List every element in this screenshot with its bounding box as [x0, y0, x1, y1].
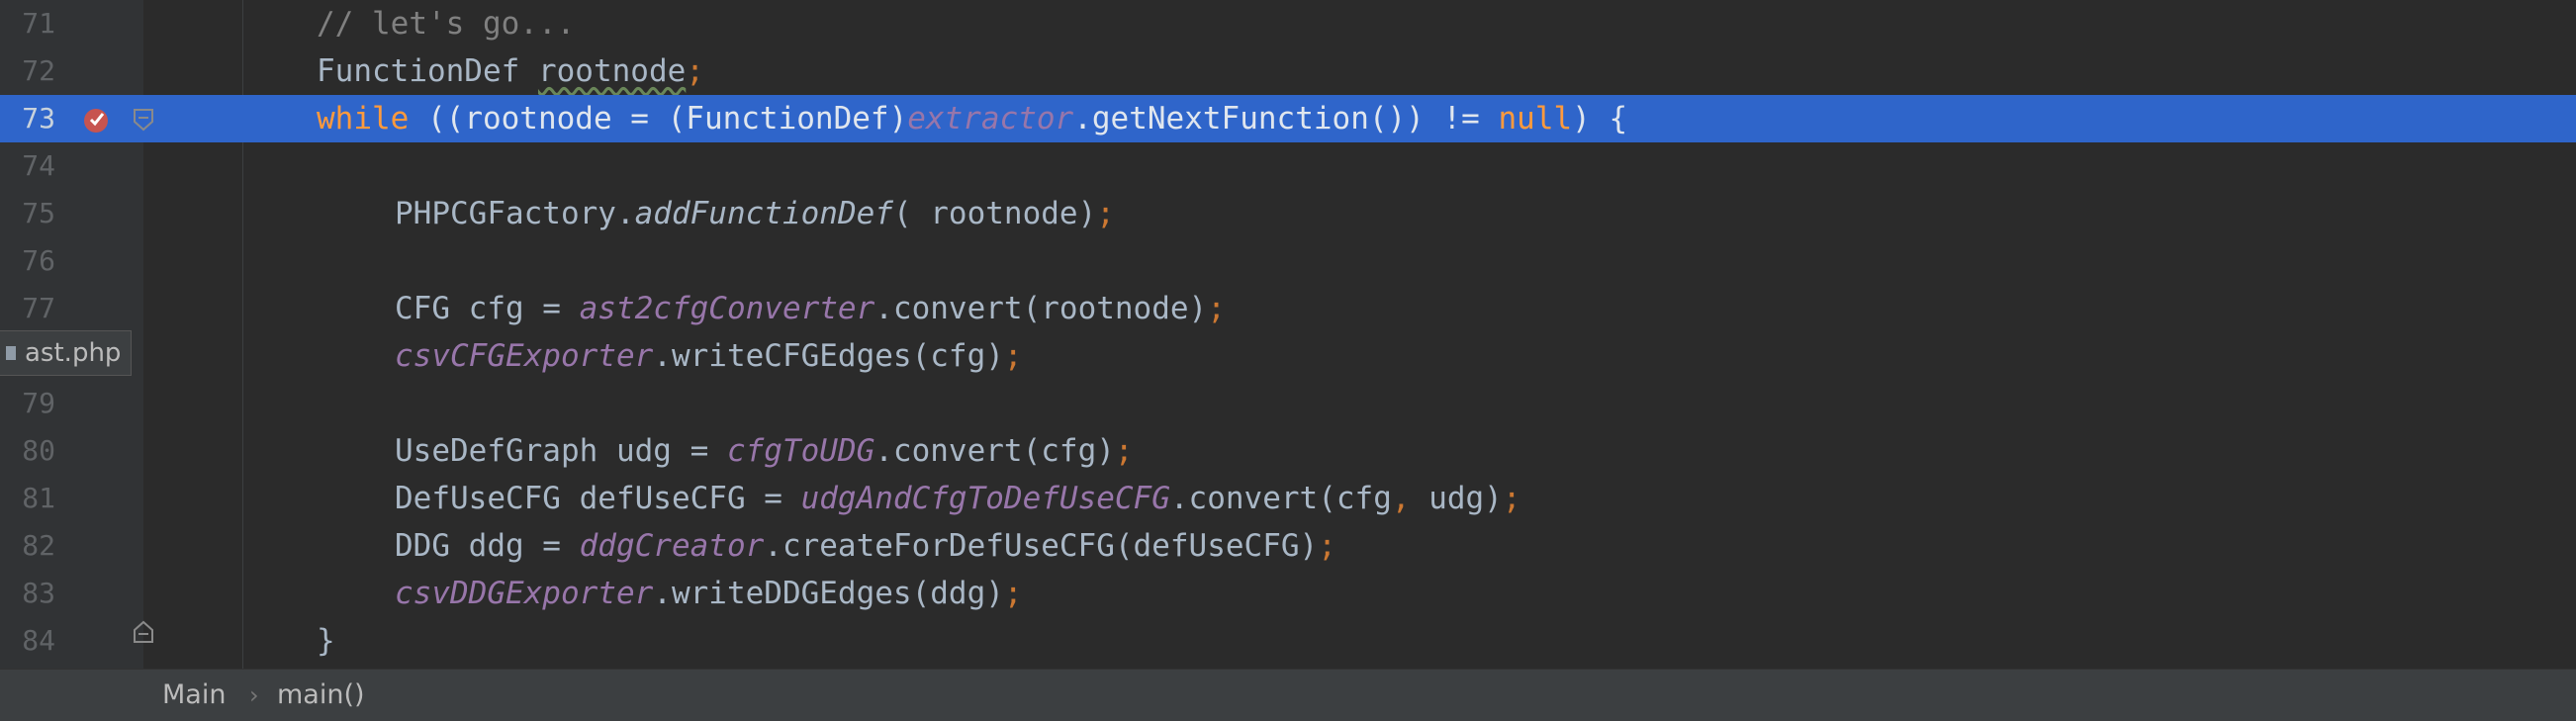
fold-close-icon[interactable] [133, 620, 154, 644]
code-token: ; [1318, 528, 1336, 564]
code-text[interactable]: UseDefGraph udg = cfgToUDG.convert(cfg); [395, 427, 1134, 475]
line-number[interactable]: 83 [0, 570, 55, 617]
line-number[interactable]: 72 [0, 47, 55, 95]
code-token: ; [686, 53, 704, 89]
code-text[interactable]: csvDDGExporter.writeDDGEdges(ddg); [395, 570, 1023, 617]
code-line[interactable]: 78csvCFGExporter.writeCFGEdges(cfg); [0, 332, 2576, 380]
code-text[interactable]: DDG ddg = ddgCreator.createForDefUseCFG(… [395, 522, 1336, 570]
code-token: .createForDefUseCFG(defUseCFG) [764, 528, 1319, 564]
code-token: ((rootnode = (FunctionDef) [409, 101, 908, 136]
code-token: ddgCreator [579, 528, 765, 564]
code-token: } [317, 623, 335, 659]
code-token: DDG ddg = [395, 528, 580, 564]
code-token: .writeCFGEdges(cfg) [653, 338, 1004, 374]
code-line[interactable]: 81 DefUseCFG defUseCFG = udgAndCfgToDefUs… [0, 475, 2576, 522]
code-token: , [1391, 481, 1411, 516]
code-token: .writeDDGEdges(ddg) [653, 576, 1004, 611]
code-token: .convert(rootnode) [874, 291, 1208, 326]
code-line[interactable]: 84} [0, 617, 2576, 665]
code-text[interactable]: FunctionDef rootnode; [317, 47, 704, 95]
code-line[interactable]: 72 FunctionDef rootnode; [0, 47, 2576, 95]
code-line[interactable]: 82 DDG ddg = ddgCreator.createForDefUseCF… [0, 522, 2576, 570]
fold-open-icon[interactable] [133, 108, 154, 132]
code-token: .getNextFunction()) != [1073, 101, 1499, 136]
breakpoint-icon[interactable] [81, 106, 111, 135]
code-text[interactable]: while ((rootnode = (FunctionDef)extracto… [317, 95, 1627, 142]
code-editor[interactable]: 71// let's go... 72 FunctionDef rootnode; 7… [0, 0, 2576, 669]
breadcrumb-separator: › [249, 681, 259, 709]
breadcrumb-class[interactable]: Main [162, 670, 226, 721]
code-token: while [317, 101, 410, 136]
tooltip-label: ast.php [25, 338, 122, 368]
code-token: UseDefGraph udg = [395, 433, 727, 469]
file-icon [6, 346, 16, 360]
line-number[interactable]: 82 [0, 522, 55, 570]
code-token: csvDDGExporter [395, 576, 654, 611]
code-text[interactable]: PHPCGFactory.addFunctionDef( rootnode); [395, 190, 1115, 237]
code-line[interactable]: 79 [0, 380, 2576, 427]
code-token: ; [1003, 576, 1023, 611]
code-line[interactable]: 74 [0, 142, 2576, 190]
code-token: ; [1003, 338, 1023, 374]
code-token: PHPCGFactory. [395, 196, 635, 231]
line-number[interactable]: 73 [0, 95, 55, 142]
line-number[interactable]: 76 [0, 237, 55, 285]
code-token: .convert(cfg) [874, 433, 1115, 469]
line-number[interactable]: 77 [0, 285, 55, 332]
code-token: udg) [1410, 481, 1503, 516]
code-token: addFunctionDef [634, 196, 893, 231]
code-token: ; [1502, 481, 1521, 516]
line-number[interactable]: 81 [0, 475, 55, 522]
code-line[interactable]: 80 UseDefGraph udg = cfgToUDG.convert(cfg… [0, 427, 2576, 475]
breadcrumb: Main › main() [0, 669, 2576, 721]
line-number[interactable]: 71 [0, 0, 55, 47]
code-token: cfgToUDG [726, 433, 875, 469]
code-text[interactable]: DefUseCFG defUseCFG = udgAndCfgToDefUseC… [395, 475, 1521, 522]
code-token: null [1498, 101, 1573, 136]
line-number[interactable]: 74 [0, 142, 55, 190]
file-tooltip: ast.php [0, 330, 133, 376]
breadcrumb-method[interactable]: main() [277, 670, 365, 721]
code-token: // let's go... [317, 6, 576, 42]
code-token: udgAndCfgToDefUseCFG [800, 481, 1170, 516]
code-token: rootnode [537, 53, 687, 89]
code-token: extractor [907, 101, 1074, 136]
code-text[interactable]: CFG cfg = ast2cfgConverter.convert(rootn… [395, 285, 1226, 332]
code-text[interactable]: // let's go... [317, 0, 575, 47]
code-token: FunctionDef [317, 53, 538, 89]
code-token: ; [1207, 291, 1226, 326]
line-number[interactable]: 84 [0, 617, 55, 665]
line-number[interactable]: 75 [0, 190, 55, 237]
code-line[interactable]: 77 CFG cfg = ast2cfgConverter.convert(roo… [0, 285, 2576, 332]
code-token: csvCFGExporter [395, 338, 654, 374]
code-token: ) { [1572, 101, 1628, 136]
code-text[interactable]: csvCFGExporter.writeCFGEdges(cfg); [395, 332, 1023, 380]
line-number[interactable]: 79 [0, 380, 55, 427]
code-line[interactable]: 83 csvDDGExporter.writeDDGEdges(ddg); [0, 570, 2576, 617]
code-token: CFG cfg = [395, 291, 580, 326]
code-token: ; [1096, 196, 1115, 231]
line-number[interactable]: 80 [0, 427, 55, 475]
code-text[interactable]: } [317, 617, 335, 665]
code-line[interactable]: 71 // let's go... [0, 0, 2576, 47]
code-line[interactable]: 75 PHPCGFactory.addFunctionDef( rootnode)… [0, 190, 2576, 237]
code-token: .convert(cfg [1169, 481, 1392, 516]
code-token: ast2cfgConverter [579, 291, 875, 326]
code-line[interactable]: 73 while ((rootnode = (FunctionDef)extrac… [0, 95, 2576, 142]
code-token: ( rootnode) [892, 196, 1097, 231]
code-token: DefUseCFG defUseCFG = [395, 481, 801, 516]
code-token: ; [1114, 433, 1134, 469]
code-line[interactable]: 76 [0, 237, 2576, 285]
